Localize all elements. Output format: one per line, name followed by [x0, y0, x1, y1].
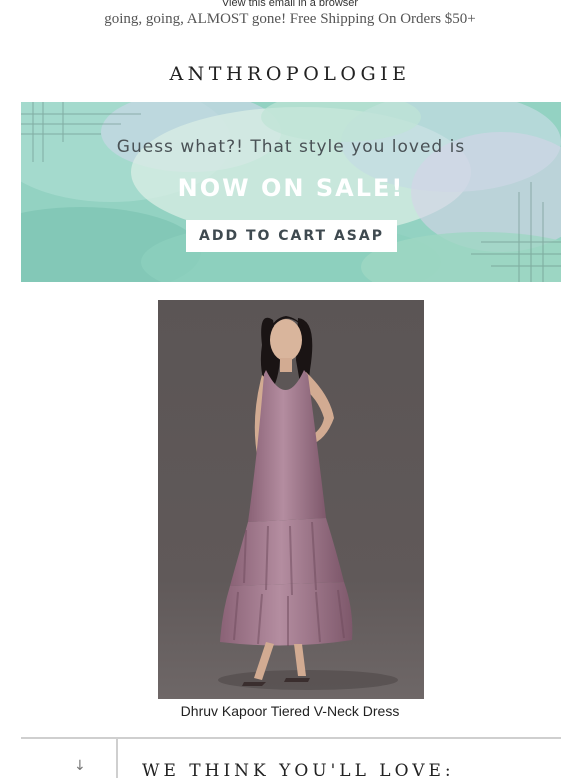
brand-logo[interactable]: ANTHROPOLOGIE: [0, 63, 580, 85]
down-arrow-icon: ↓: [74, 758, 86, 774]
sale-banner[interactable]: Guess what?! That style you loved is NOW…: [21, 102, 561, 282]
add-to-cart-button[interactable]: ADD TO CART ASAP: [186, 220, 397, 252]
banner-headline: Guess what?! That style you loved is: [116, 137, 466, 157]
section-vertical-divider: [116, 738, 118, 778]
promo-text[interactable]: going, going, ALMOST gone! Free Shipping…: [0, 11, 580, 28]
view-in-browser-link[interactable]: View this email in a browser: [0, 0, 580, 9]
section-divider: [21, 737, 561, 739]
product-photo-illustration: [158, 300, 424, 699]
product-caption[interactable]: Dhruv Kapoor Tiered V-Neck Dress: [0, 703, 580, 719]
recommendations-heading: WE THINK YOU'LL LOVE:: [142, 761, 455, 781]
banner-sale-title: NOW ON SALE!: [177, 174, 405, 202]
product-image[interactable]: [158, 300, 424, 699]
